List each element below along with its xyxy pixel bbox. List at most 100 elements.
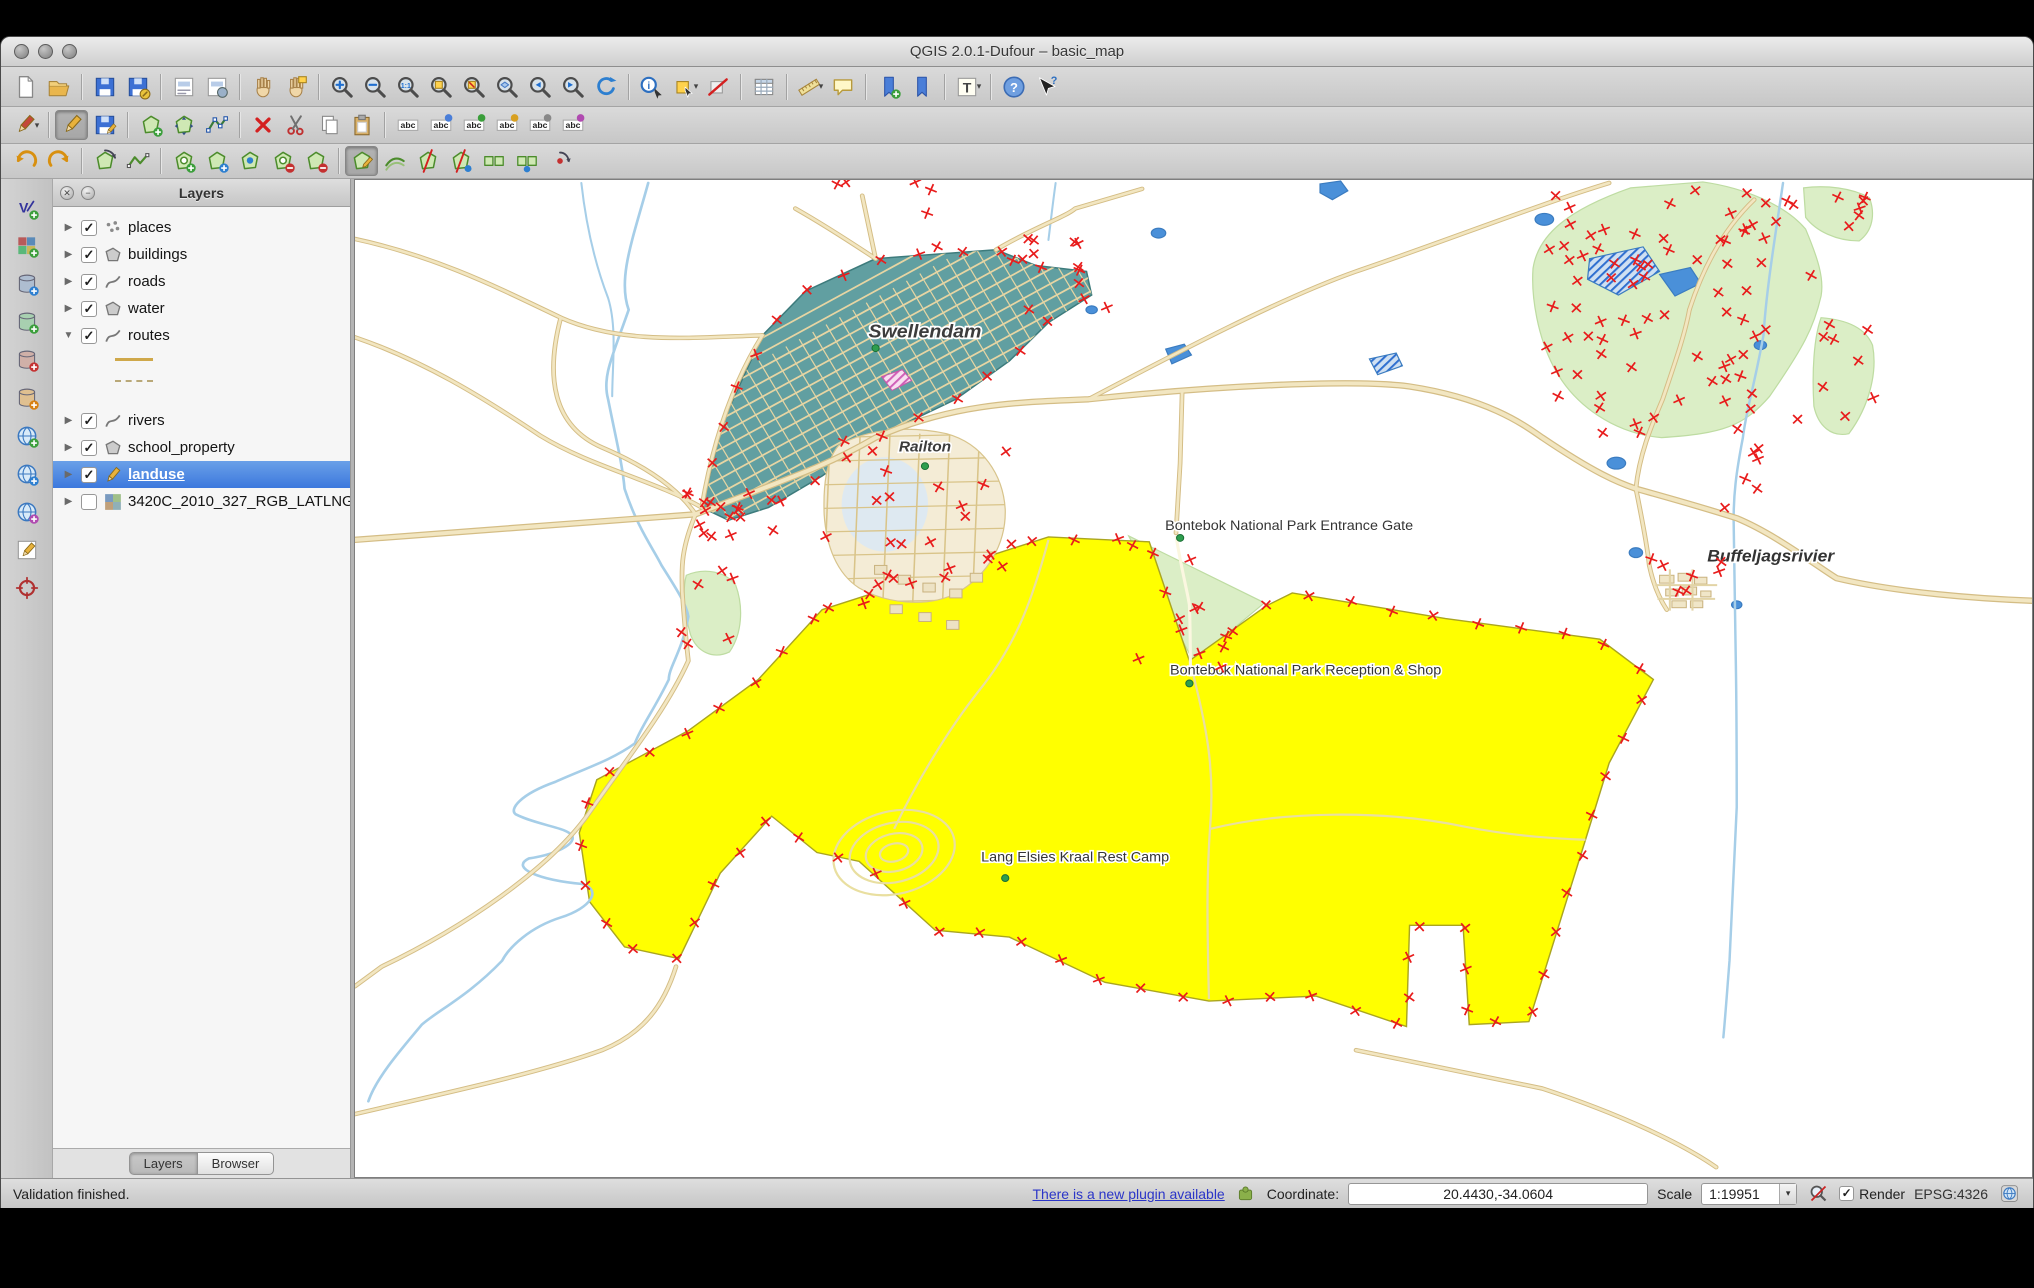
current-edits-button[interactable]: ▾	[9, 110, 42, 140]
text-annotation-button[interactable]: T ▾	[951, 72, 984, 102]
whats-this-button[interactable]: ?	[1030, 72, 1063, 102]
layer-visibility-checkbox[interactable]: ✓	[81, 439, 97, 456]
zoom-to-layer-button[interactable]	[490, 72, 523, 102]
split-features-button[interactable]	[411, 146, 444, 176]
label-pin-button[interactable]: abc	[490, 110, 523, 140]
layer-visibility-checkbox[interactable]: ✓	[81, 273, 97, 290]
add-postgis-layer-button[interactable]	[10, 267, 44, 300]
map-tips-button[interactable]	[826, 72, 859, 102]
merge-features-button[interactable]	[477, 146, 510, 176]
layer-row-rivers[interactable]: ▶ ✓ rivers	[53, 407, 350, 434]
titlebar[interactable]: QGIS 2.0.1-Dufour – basic_map	[1, 37, 2033, 67]
routes-legend-item[interactable]	[53, 370, 350, 391]
cut-features-button[interactable]	[279, 110, 312, 140]
add-wcs-layer-button[interactable]	[10, 457, 44, 490]
collapse-icon[interactable]: ▼	[62, 330, 75, 341]
zoom-out-button[interactable]	[358, 72, 391, 102]
map-svg[interactable]: Swellendam Railton Bontebok National Par…	[355, 180, 2032, 1177]
save-layer-edits-button[interactable]	[88, 110, 121, 140]
layer-visibility-checkbox[interactable]: ✓	[81, 327, 97, 344]
copy-features-button[interactable]	[312, 110, 345, 140]
coordinate-capture-button[interactable]	[10, 571, 44, 604]
simplify-feature-button[interactable]	[121, 146, 154, 176]
rotate-feature-button[interactable]	[88, 146, 121, 176]
add-part-button[interactable]	[200, 146, 233, 176]
measure-line-button[interactable]: ▾	[793, 72, 826, 102]
show-bookmarks-button[interactable]	[905, 72, 938, 102]
label-move-button[interactable]: abc	[424, 110, 457, 140]
layer-visibility-checkbox[interactable]	[81, 493, 97, 510]
identify-features-button[interactable]: i	[635, 72, 668, 102]
layer-visibility-checkbox[interactable]: ✓	[81, 466, 97, 483]
tab-browser[interactable]: Browser	[197, 1152, 275, 1175]
render-checkbox[interactable]: ✓ Render	[1839, 1186, 1905, 1202]
chevron-down-icon[interactable]: ▾	[35, 120, 40, 131]
chevron-down-icon[interactable]: ▾	[694, 81, 699, 92]
deselect-all-button[interactable]	[701, 72, 734, 102]
render-checkbox-box[interactable]: ✓	[1839, 1186, 1855, 1201]
expand-icon[interactable]: ▶	[62, 276, 75, 287]
zoom-native-button[interactable]: 1:1	[391, 72, 424, 102]
refresh-map-button[interactable]	[589, 72, 622, 102]
open-project-button[interactable]	[42, 72, 75, 102]
add-raster-layer-button[interactable]	[10, 229, 44, 262]
composer-manager-button[interactable]	[200, 72, 233, 102]
layer-row-roads[interactable]: ▶ ✓ roads	[53, 268, 350, 295]
plugin-icon[interactable]	[1234, 1182, 1258, 1206]
labeling-button[interactable]: abc	[391, 110, 424, 140]
rotate-point-symbols-button[interactable]	[543, 146, 576, 176]
delete-selected-button[interactable]	[246, 110, 279, 140]
crs-status-button[interactable]	[1997, 1182, 2021, 1206]
select-features-button[interactable]: ▾	[668, 72, 701, 102]
panel-float-button[interactable]: −	[81, 185, 95, 200]
plugin-link[interactable]: There is a new plugin available	[1032, 1186, 1224, 1202]
add-spatialite-layer-button[interactable]	[10, 305, 44, 338]
add-mssql-layer-button[interactable]	[10, 343, 44, 376]
layer-row-places[interactable]: ▶ ✓ places	[53, 214, 350, 241]
expand-icon[interactable]: ▶	[62, 442, 75, 453]
add-vector-layer-button[interactable]: V	[10, 191, 44, 224]
add-wfs-layer-button[interactable]	[10, 495, 44, 528]
add-ring-button[interactable]	[167, 146, 200, 176]
layer-row-landuse[interactable]: ▶ ✓ landuse	[53, 461, 350, 488]
merge-feature-attributes-button[interactable]	[510, 146, 543, 176]
layer-row-school-property[interactable]: ▶ ✓ school_property	[53, 434, 350, 461]
undo-button[interactable]	[9, 146, 42, 176]
expand-icon[interactable]: ▶	[62, 303, 75, 314]
chevron-down-icon[interactable]: ▾	[819, 81, 824, 92]
expand-icon[interactable]: ▶	[62, 249, 75, 260]
map-canvas[interactable]: Swellendam Railton Bontebok National Par…	[354, 179, 2033, 1178]
new-composer-button[interactable]	[167, 72, 200, 102]
routes-legend-item[interactable]	[53, 349, 350, 370]
layer-row-water[interactable]: ▶ ✓ water	[53, 295, 350, 322]
chevron-down-icon[interactable]: ▾	[977, 81, 982, 92]
new-bookmark-button[interactable]	[872, 72, 905, 102]
reshape-features-button[interactable]	[345, 146, 378, 176]
zoom-in-button[interactable]	[325, 72, 358, 102]
pan-map-button[interactable]	[246, 72, 279, 102]
paste-features-button[interactable]	[345, 110, 378, 140]
delete-ring-button[interactable]	[266, 146, 299, 176]
save-project-as-button[interactable]	[121, 72, 154, 102]
layer-visibility-checkbox[interactable]: ✓	[81, 246, 97, 263]
layer-visibility-checkbox[interactable]: ✓	[81, 300, 97, 317]
label-properties-button[interactable]: abc	[556, 110, 589, 140]
scale-combo[interactable]: 1:19951 ▾	[1701, 1182, 1798, 1205]
toggle-editing-button[interactable]	[55, 110, 88, 140]
zoom-last-button[interactable]	[523, 72, 556, 102]
coordinate-input[interactable]	[1348, 1182, 1649, 1205]
expand-icon[interactable]: ▶	[62, 496, 75, 507]
split-parts-button[interactable]	[444, 146, 477, 176]
label-rotate-button[interactable]: abc	[457, 110, 490, 140]
offset-curve-button[interactable]	[378, 146, 411, 176]
layer-row-routes[interactable]: ▼ ✓ routes	[53, 322, 350, 349]
add-wms-layer-button[interactable]	[10, 419, 44, 452]
save-project-button[interactable]	[88, 72, 121, 102]
layer-row-buildings[interactable]: ▶ ✓ buildings	[53, 241, 350, 268]
layer-visibility-checkbox[interactable]: ✓	[81, 219, 97, 236]
add-feature-button[interactable]	[134, 110, 167, 140]
zoom-next-button[interactable]	[556, 72, 589, 102]
panel-close-button[interactable]: ✕	[60, 185, 74, 200]
tab-layers[interactable]: Layers	[128, 1152, 198, 1175]
new-project-button[interactable]	[9, 72, 42, 102]
